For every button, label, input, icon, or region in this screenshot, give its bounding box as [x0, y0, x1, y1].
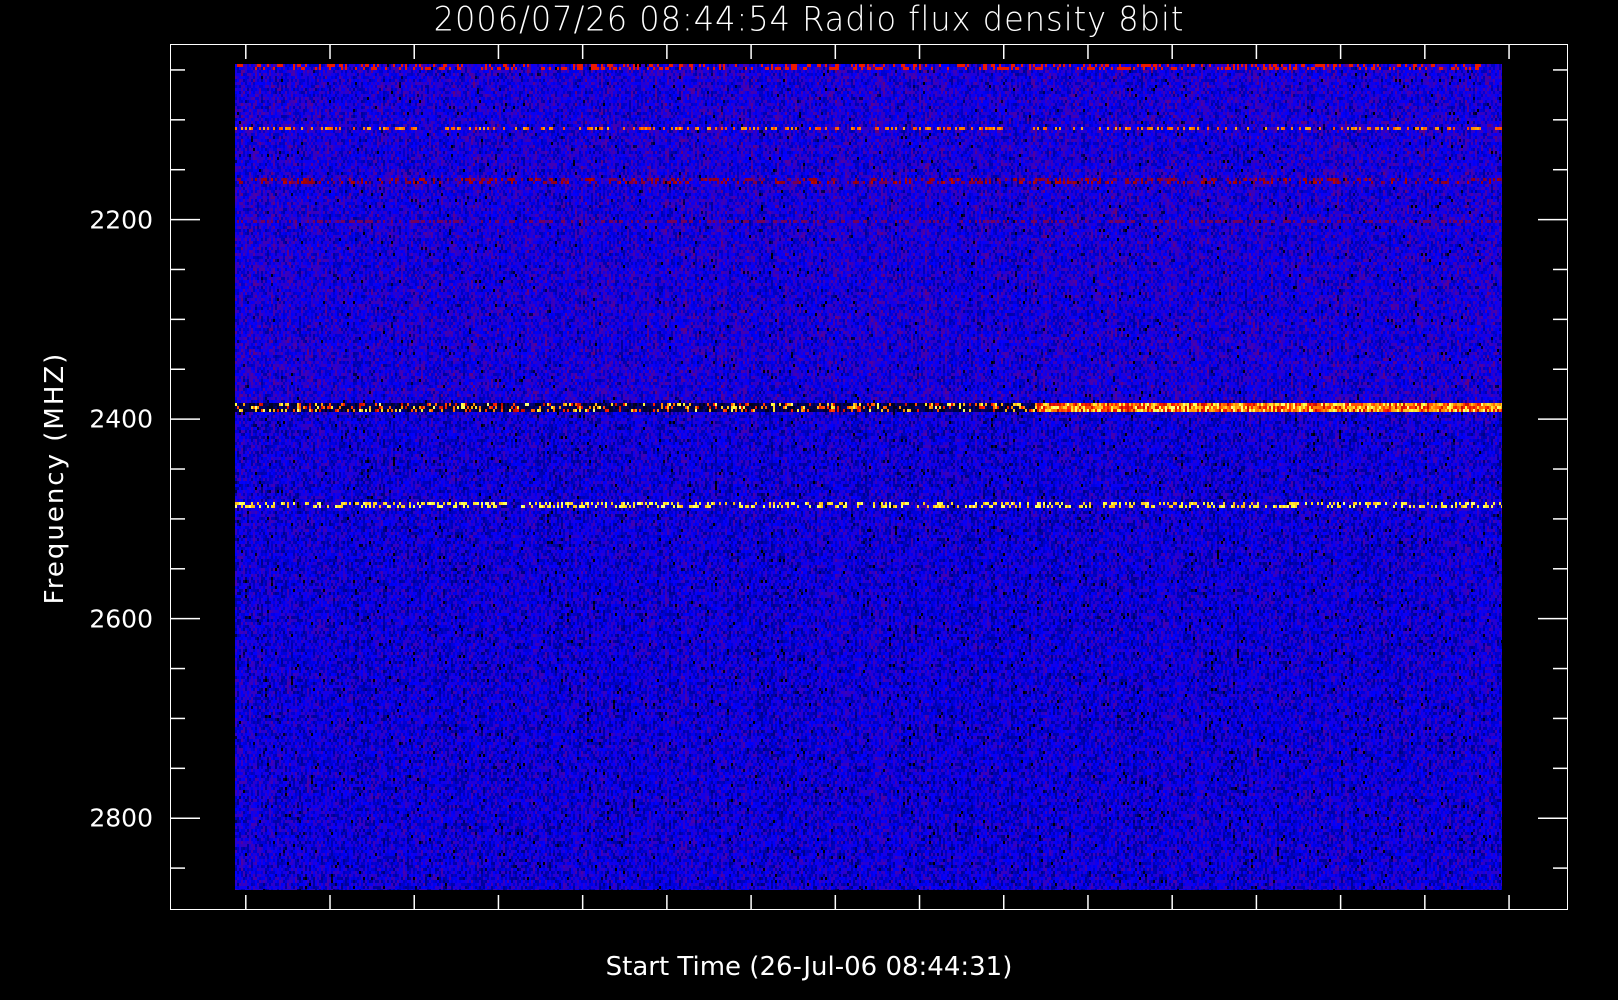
x-axis-label: Start Time (26-Jul-06 08:44:31)	[605, 952, 1013, 982]
y-tick-label: 2800	[89, 803, 153, 833]
y-tick-label: 2400	[89, 404, 153, 434]
y-axis-label: Frequency (MHZ)	[40, 351, 70, 605]
y-tick-label: 2600	[89, 604, 153, 634]
y-tick-label: 2200	[89, 205, 153, 235]
axis-ticks	[170, 44, 1568, 910]
